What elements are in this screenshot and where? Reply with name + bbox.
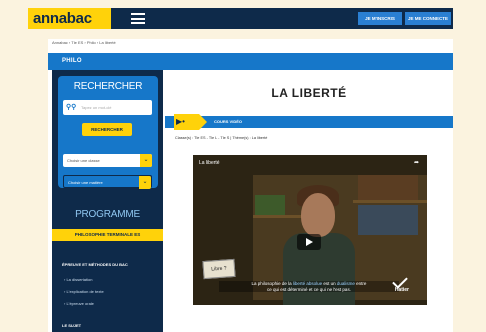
section-bar: PHILO <box>48 53 453 70</box>
link-oral[interactable]: › L'épreuve orale <box>64 301 94 306</box>
page-title: LA LIBERTÉ <box>271 86 347 100</box>
section-sujet[interactable]: LE SUJET <box>62 323 81 328</box>
share-icon[interactable]: ➦ <box>414 159 419 166</box>
cours-label: COURS VIDÉO <box>214 119 243 124</box>
program-selector[interactable]: PHILOSOPHIE TERMINALE ES <box>52 229 163 241</box>
books <box>358 175 418 200</box>
section-epreuve[interactable]: ÉPREUVE ET MÉTHODES DU BAC <box>62 262 128 267</box>
search-input[interactable]: ⚲⚲ Tapez un mot-clé <box>63 100 152 115</box>
top-header: annabac JE M'INSCRIS JE ME CONNECTE <box>28 8 453 29</box>
link-label: La dissertation <box>66 277 93 282</box>
search-title: RECHERCHER <box>73 81 143 92</box>
program-title: PROGRAMME <box>75 209 140 220</box>
class-select[interactable]: Choisir une classe ⌄ <box>63 154 152 167</box>
subtitle-text: entre <box>354 281 367 286</box>
login-button[interactable]: JE ME CONNECTE <box>405 12 451 25</box>
search-icon: ⚲⚲ <box>66 104 77 111</box>
play-button[interactable] <box>297 234 321 250</box>
link-explication[interactable]: › L'explication de texte <box>64 289 104 294</box>
subject-select-label: Choisir une matière <box>68 180 103 185</box>
link-label: L'épreuve orale <box>66 301 94 306</box>
book-prop: Libre ? <box>202 258 236 280</box>
subject-select[interactable]: Choisir une matière ⌄ <box>63 175 152 189</box>
books <box>358 205 418 235</box>
subtitle-text: La philosophie de la <box>251 281 293 286</box>
subtitle-text: ce qui est déterminé et ce qui ne l'est … <box>267 286 351 292</box>
cours-bar <box>165 116 453 128</box>
class-select-label: Choisir une classe <box>67 158 100 163</box>
hatier-brand: Hatier <box>394 287 409 293</box>
video-player[interactable]: La liberté ➦ Libre ? La philosophie de l… <box>193 155 427 305</box>
video-subtitles: La philosophie de la liberté absolue est… <box>219 281 399 292</box>
class-meta: Classe(s) : Tle ES - Tle L - Tle S | Thè… <box>175 136 268 140</box>
shelf <box>353 200 427 203</box>
video-title: La liberté <box>199 160 220 166</box>
link-dissertation[interactable]: › La dissertation <box>64 277 92 282</box>
chevron-down-icon: ⌄ <box>140 154 152 167</box>
search-button[interactable]: RECHERCHER <box>82 123 132 136</box>
signup-button[interactable]: JE M'INSCRIS <box>358 12 402 25</box>
search-placeholder: Tapez un mot-clé <box>81 105 112 110</box>
menu-icon[interactable] <box>131 13 145 24</box>
books <box>255 195 285 215</box>
subtitle-highlight: absolue <box>306 281 323 286</box>
subtitle-highlight: liberté <box>292 281 306 286</box>
subtitle-text: est un <box>322 281 337 286</box>
chevron-down-icon: ⌄ <box>139 176 151 189</box>
presenter-head <box>301 193 335 237</box>
annabac-logo[interactable]: annabac <box>28 8 111 29</box>
link-label: L'explication de texte <box>66 289 104 294</box>
subtitle-highlight: dualisme <box>336 281 355 286</box>
breadcrumb[interactable]: Annabac › Tle ES › Philo › La liberté <box>52 40 116 45</box>
video-icon: ▶• <box>176 117 185 126</box>
